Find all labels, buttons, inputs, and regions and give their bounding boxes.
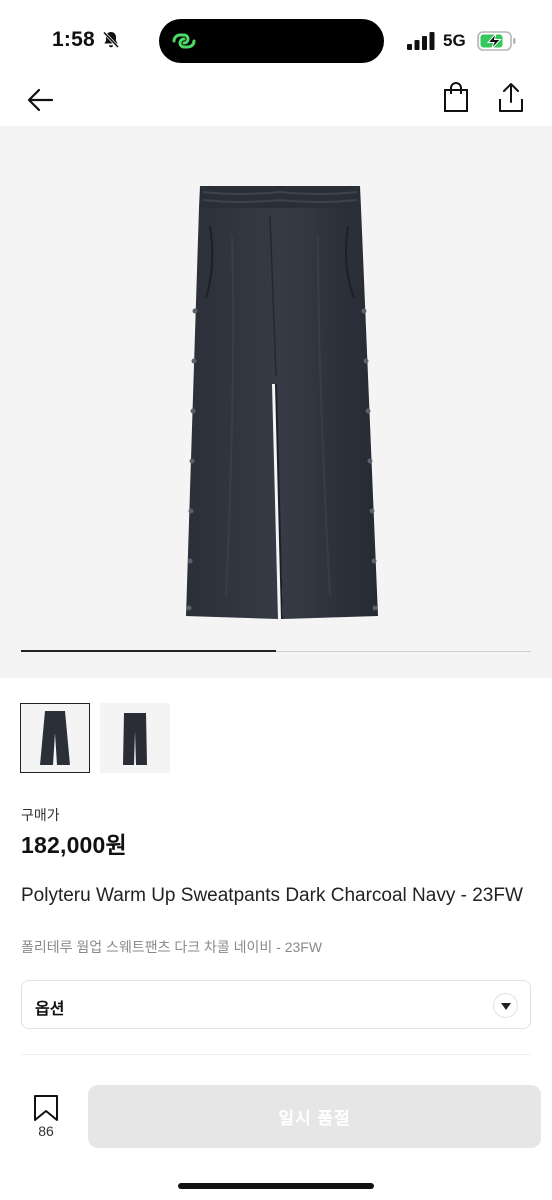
product-subtitle: 폴리테루 웜업 스웨트팬츠 다크 차콜 네이비 - 23FW [21,939,323,955]
network-type: 5G [443,31,466,50]
product-title: Polyteru Warm Up Sweatpants Dark Charcoa… [21,885,523,906]
bookmark-button[interactable]: 86 [28,1093,64,1141]
status-time: 1:58 [52,28,95,51]
shopping-bag-icon[interactable] [440,80,472,116]
carousel-progress-fill [21,650,276,652]
option-select[interactable]: 옵션 [21,980,531,1029]
back-arrow-icon[interactable] [22,82,58,118]
share-icon[interactable] [495,80,527,116]
battery-charging-icon [477,31,516,51]
product-image-carousel[interactable] [0,126,552,678]
app-island-icon [172,33,196,49]
thumbnail-1[interactable] [20,703,90,773]
bookmark-count: 86 [38,1123,54,1139]
price-label: 구매가 [21,807,60,823]
chevron-down-icon [493,993,518,1018]
carousel-progress [21,650,531,652]
status-bar: 1:58 5G [0,0,552,80]
bookmark-icon [34,1095,58,1121]
thumbnail-2[interactable] [100,703,170,773]
home-indicator [178,1183,374,1189]
sweatpants-photo [186,186,378,620]
price-value: 182,000원 [21,832,127,858]
thumbnail-image [40,711,70,765]
bell-slash-icon [102,31,120,49]
option-label: 옵션 [35,1001,65,1018]
signal-bars-icon [407,32,435,50]
divider [21,1054,531,1055]
sold-out-button[interactable]: 일시 품절 [88,1085,541,1148]
dynamic-island [159,19,384,63]
thumbnail-image [123,713,147,765]
top-nav [0,78,552,122]
